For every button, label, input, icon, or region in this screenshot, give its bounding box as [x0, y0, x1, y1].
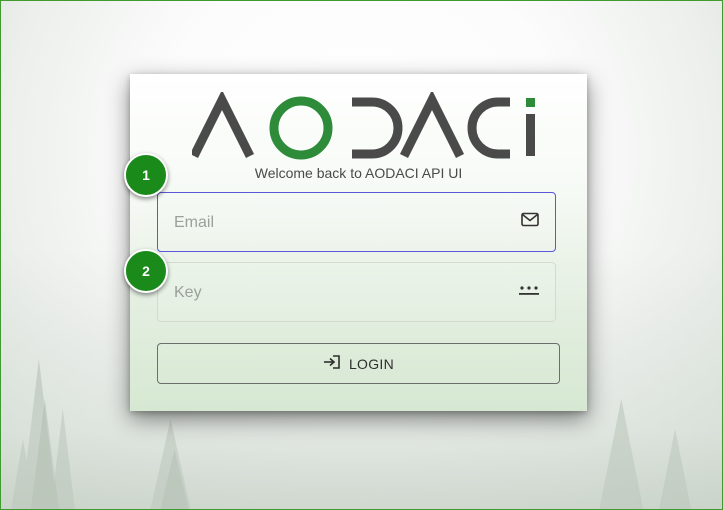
welcome-text: Welcome back to AODACI API UI [254, 165, 463, 181]
key-input[interactable] [172, 263, 496, 323]
email-input[interactable] [172, 193, 496, 253]
login-arrow-icon [323, 354, 341, 373]
key-field[interactable] [157, 262, 556, 323]
envelope-icon [521, 212, 539, 232]
annotation-badge-2: 2 [124, 249, 168, 293]
password-dots-icon [519, 283, 539, 301]
login-button-label: LOGIN [348, 355, 395, 372]
login-card: Welcome back to AODACI API UI Email LOGI… [130, 74, 587, 411]
annotation-badge-1: 1 [124, 153, 168, 197]
aodaci-logo [192, 92, 535, 160]
email-field[interactable] [157, 192, 556, 253]
login-button[interactable]: LOGIN [157, 343, 560, 384]
